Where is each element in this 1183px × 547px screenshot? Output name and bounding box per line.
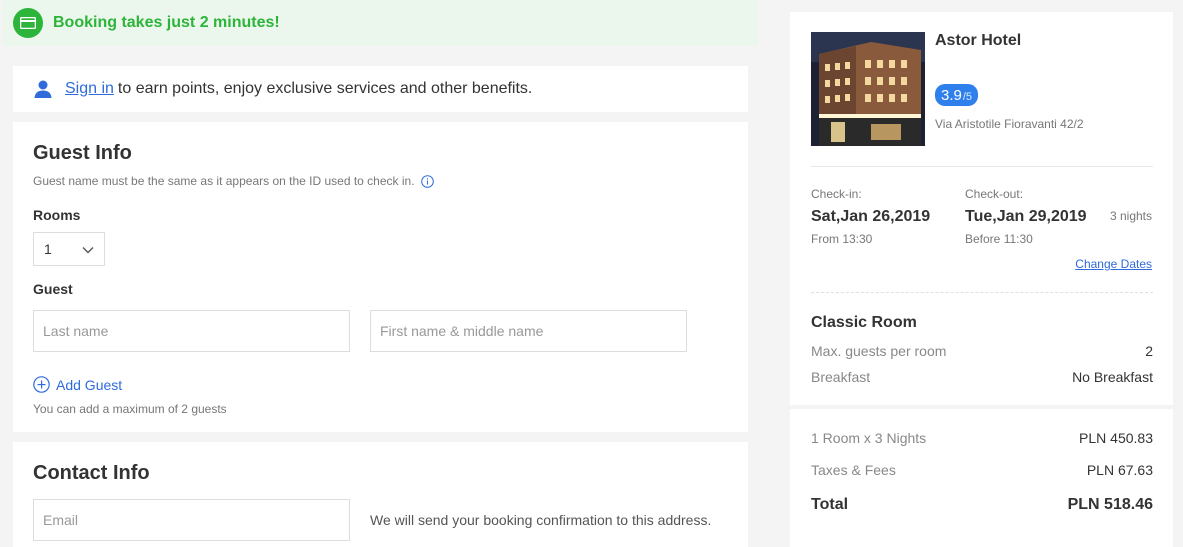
room-nights-label: 1 Room x 3 Nights — [811, 430, 927, 446]
info-icon[interactable] — [420, 174, 434, 188]
rooms-label: Rooms — [33, 207, 81, 223]
guest-info-note: Guest name must be the same as it appear… — [33, 174, 728, 188]
total-label: Total — [811, 496, 849, 513]
signin-link[interactable]: Sign in — [65, 80, 114, 98]
section-separator — [790, 405, 1173, 409]
divider — [811, 166, 1153, 167]
max-guests-label: Max. guests per room — [811, 343, 947, 359]
checkout-date: Tue,Jan 29,2019 — [965, 208, 1087, 225]
guest-info-card: Guest Info Guest name must be the same a… — [13, 122, 748, 432]
rooms-select[interactable]: 1 — [33, 232, 105, 266]
checkout-label: Check-out: — [965, 187, 1024, 201]
booking-banner: Booking takes just 2 minutes! — [3, 0, 758, 46]
taxes-value: PLN 67.63 — [1086, 462, 1153, 478]
rating-badge: 3.9 /5 — [935, 84, 979, 106]
rooms-value: 1 — [44, 241, 52, 257]
change-dates-link[interactable]: Change Dates — [1075, 257, 1152, 271]
booking-summary: Astor Hotel 3.9 /5 Via Aristotile Fiorav… — [790, 12, 1173, 547]
rating-value: 3.9 — [941, 86, 962, 104]
nights-count: 3 nights — [1109, 209, 1152, 223]
room-nights-value: PLN 450.83 — [1079, 430, 1153, 446]
contact-info-title: Contact Info — [33, 462, 150, 484]
add-guest-button[interactable]: Add Guest — [33, 376, 728, 393]
breakfast-label: Breakfast — [811, 369, 871, 385]
checkin-date: Sat,Jan 26,2019 — [811, 208, 931, 225]
email-note: We will send your booking confirmation t… — [370, 512, 712, 528]
room-title: Classic Room — [811, 314, 917, 331]
total-row: Total PLN 518.46 — [811, 496, 1153, 514]
hotel-address: Via Aristotile Fioravanti 42/2 — [935, 117, 1084, 131]
chevron-down-icon — [82, 241, 94, 257]
hotel-image — [811, 32, 925, 146]
email-input[interactable] — [33, 499, 350, 541]
add-guest-label: Add Guest — [56, 376, 123, 393]
contact-info-card: Contact Info We will send your booking c… — [13, 442, 748, 547]
hotel-name: Astor Hotel — [935, 32, 1022, 49]
first-name-input[interactable] — [370, 310, 687, 352]
guest-info-title: Guest Info — [33, 142, 132, 164]
total-value: PLN 518.46 — [1067, 496, 1153, 513]
room-nights-row: 1 Room x 3 Nights PLN 450.83 — [811, 430, 1153, 446]
last-name-input[interactable] — [33, 310, 350, 352]
taxes-label: Taxes & Fees — [811, 462, 896, 478]
signin-text: to earn points, enjoy exclusive services… — [117, 80, 533, 97]
breakfast-row: Breakfast No Breakfast — [811, 369, 1153, 385]
banner-text: Booking takes just 2 minutes! — [53, 14, 280, 31]
max-guests-value: 2 — [1145, 343, 1153, 359]
signin-card: Sign in to earn points, enjoy exclusive … — [13, 66, 748, 112]
max-guests-note: You can add a maximum of 2 guests — [33, 402, 227, 416]
user-icon — [33, 79, 53, 99]
checkin-time: From 13:30 — [811, 232, 873, 246]
guest-info-note-text: Guest name must be the same as it appear… — [33, 174, 415, 188]
plus-circle-icon — [33, 376, 50, 393]
divider — [811, 292, 1153, 293]
checkout-time: Before 11:30 — [965, 232, 1033, 246]
breakfast-value: No Breakfast — [1072, 369, 1153, 385]
checkin-label: Check-in: — [811, 187, 862, 201]
taxes-row: Taxes & Fees PLN 67.63 — [811, 462, 1153, 478]
max-guests-row: Max. guests per room 2 — [811, 343, 1153, 359]
card-icon — [13, 8, 43, 38]
guest-label: Guest — [33, 281, 73, 297]
rating-denominator: /5 — [962, 90, 973, 103]
